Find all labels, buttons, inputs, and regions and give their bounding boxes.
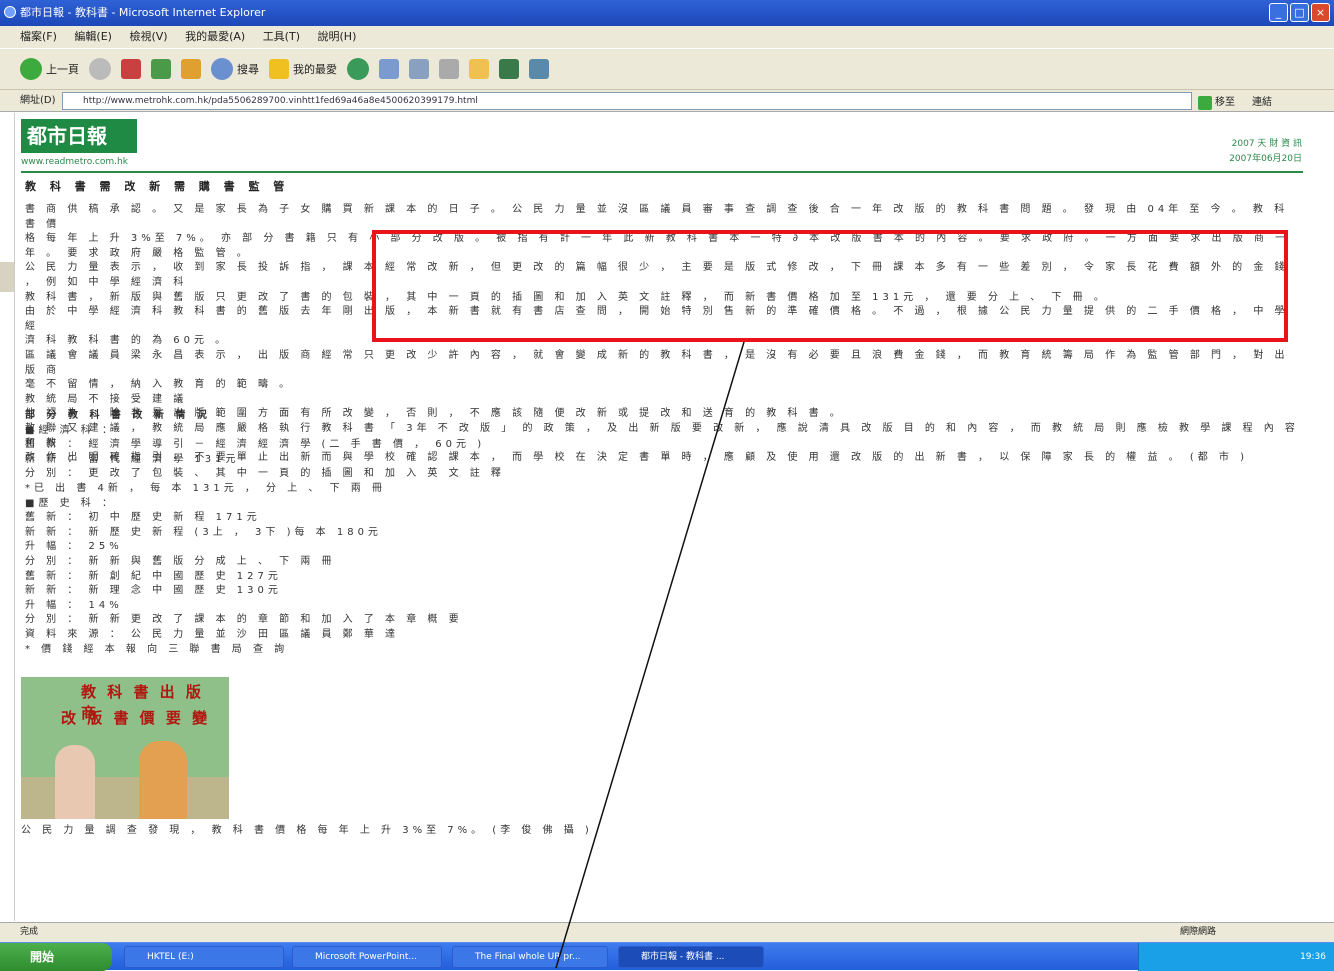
pointer-line xyxy=(555,341,745,969)
browser-window: 都市日報 - 教科書 - Microsoft Internet Explorer… xyxy=(0,0,1334,971)
